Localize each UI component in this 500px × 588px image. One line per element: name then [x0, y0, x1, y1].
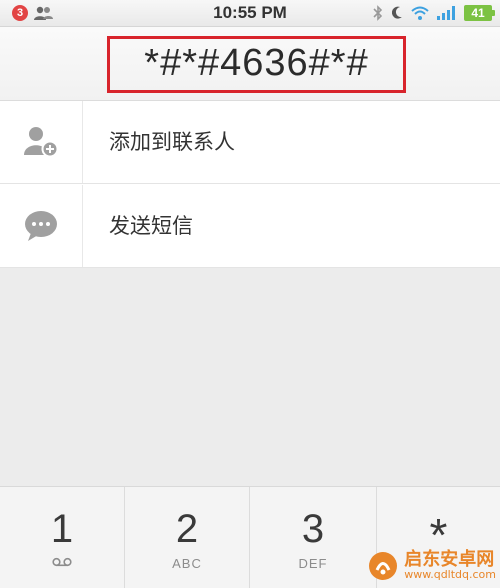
- send-message-row[interactable]: 发送短信: [0, 185, 500, 268]
- add-to-contacts-row[interactable]: 添加到联系人: [0, 101, 500, 184]
- dialed-number[interactable]: *#*#4636#*#: [107, 36, 406, 93]
- send-message-label: 发送短信: [109, 214, 193, 238]
- key-2-letters: ABC: [172, 556, 202, 571]
- empty-area: [0, 268, 500, 486]
- dial-number-display: *#*#4636#*#: [0, 27, 500, 101]
- voicemail-icon: [52, 557, 72, 567]
- message-icon: [25, 211, 57, 241]
- moon-icon: [391, 6, 402, 19]
- watermark-url: www.qdltdq.com: [404, 568, 496, 582]
- message-icon-cell: [0, 185, 83, 267]
- add-to-contacts-label: 添加到联系人: [109, 130, 235, 154]
- action-list: 添加到联系人 发送短信: [0, 101, 500, 268]
- watermark-title: 启东安卓网: [404, 548, 495, 570]
- key-2[interactable]: 2 ABC: [125, 487, 250, 588]
- battery-icon: 41: [464, 5, 495, 21]
- key-1[interactable]: 1: [0, 487, 125, 588]
- key-3[interactable]: 3 DEF: [250, 487, 377, 588]
- key-3-digit: 3: [301, 507, 325, 551]
- watermark-logo-icon: [369, 551, 398, 580]
- signal-icon: [437, 6, 455, 20]
- key-1-digit: 1: [50, 507, 74, 551]
- add-contact-icon: [24, 127, 59, 158]
- wifi-icon: [411, 6, 429, 20]
- add-contact-icon-cell: [0, 101, 83, 183]
- key-2-digit: 2: [175, 507, 199, 551]
- bluetooth-icon: [373, 5, 383, 21]
- status-bar: 3 10:55 PM 41: [0, 0, 500, 27]
- key-3-letters: DEF: [298, 556, 328, 571]
- watermark: 启东安卓网 www.qdltdq.com: [368, 548, 496, 582]
